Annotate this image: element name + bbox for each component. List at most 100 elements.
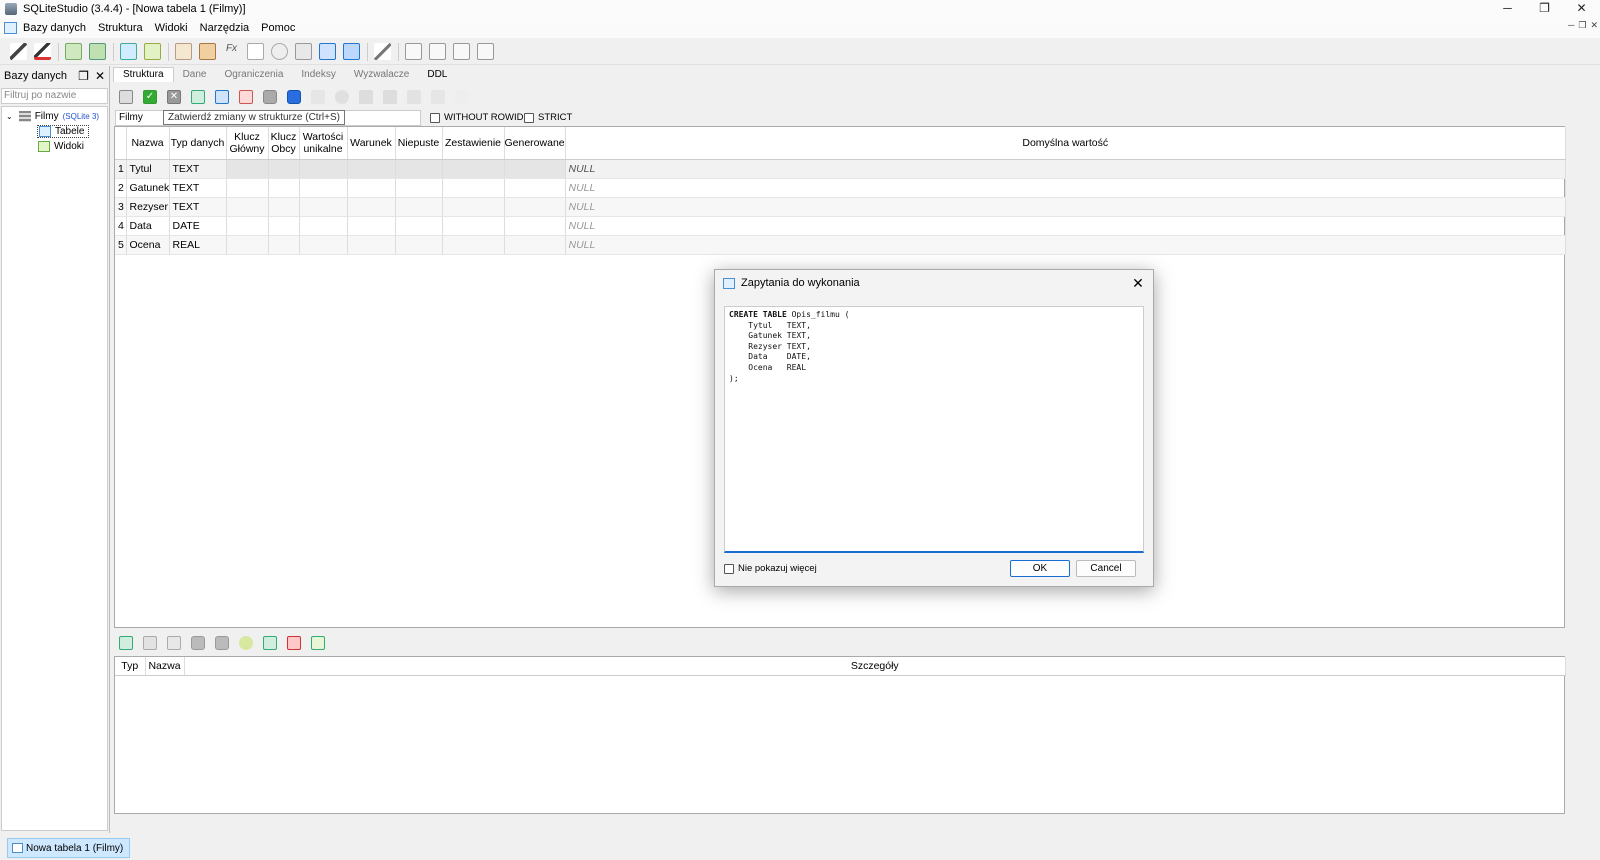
menu-widoki[interactable]: Widoki	[155, 22, 188, 34]
check-cell[interactable]	[347, 216, 396, 236]
import-icon[interactable]	[319, 43, 336, 60]
delete-table-constraint-icon[interactable]	[407, 90, 421, 104]
dont-show-again-checkbox[interactable]: Nie pokazuj więcej	[724, 563, 817, 574]
edit-constraint-icon[interactable]	[143, 636, 157, 650]
tab-struktura[interactable]: Struktura	[113, 67, 174, 82]
table-row[interactable]: 3 Rezyser TEXT NULL	[115, 197, 1566, 217]
column-type-cell[interactable]: TEXT	[169, 178, 227, 198]
header-zestawienie[interactable]: Zestawienie	[442, 127, 505, 160]
tree-item-tabele[interactable]: Tabele	[37, 125, 90, 138]
add-unique-icon[interactable]	[287, 636, 301, 650]
collate-cell[interactable]	[442, 159, 505, 179]
disconnect-db-icon[interactable]	[34, 43, 51, 60]
unique-cell[interactable]	[299, 197, 348, 217]
close-panel-icon[interactable]: ✕	[95, 69, 105, 83]
add-foreign-key-icon[interactable]	[263, 636, 277, 650]
reset-autoincrement-icon[interactable]	[335, 90, 349, 104]
create-similar-table-icon[interactable]	[311, 90, 325, 104]
add-table-constraint-icon[interactable]	[359, 90, 373, 104]
checkbox-box[interactable]	[524, 112, 534, 123]
generated-cell[interactable]	[504, 197, 566, 217]
column-name-cell[interactable]: Data	[126, 216, 170, 236]
collate-cell[interactable]	[442, 197, 505, 217]
open-file-icon[interactable]	[199, 43, 216, 60]
not-null-cell[interactable]	[395, 235, 443, 255]
tree-expand-icon[interactable]: ⌄	[6, 112, 13, 121]
header-domyslna-wartosc[interactable]: Domyślna wartość	[565, 127, 1566, 160]
table-row[interactable]: 1 Tytul TEXT NULL	[115, 159, 1566, 179]
menu-pomoc[interactable]: Pomoc	[261, 22, 295, 34]
table-row[interactable]: 4 Data DATE NULL	[115, 216, 1566, 236]
snippets-icon[interactable]	[295, 43, 312, 60]
edit-database-icon[interactable]	[89, 43, 106, 60]
sql-editor-icon[interactable]	[175, 43, 192, 60]
not-null-cell[interactable]	[395, 216, 443, 236]
generated-cell[interactable]	[504, 178, 566, 198]
tab-wyzwalacze[interactable]: Wyzwalacze	[345, 68, 418, 82]
cancel-button[interactable]: Cancel	[1076, 560, 1136, 577]
add-primary-key-icon[interactable]	[239, 636, 253, 650]
default-value-cell[interactable]: NULL	[565, 197, 1566, 217]
unique-cell[interactable]	[299, 235, 348, 255]
column-type-cell[interactable]: REAL	[169, 235, 227, 255]
tab-indeksy[interactable]: Indeksy	[292, 68, 344, 82]
delete-constraint-icon[interactable]	[167, 636, 181, 650]
export-icon[interactable]	[343, 43, 360, 60]
ok-button[interactable]: OK	[1010, 560, 1070, 577]
new-table-icon[interactable]	[120, 43, 137, 60]
checkbox-box[interactable]	[724, 563, 734, 574]
not-null-cell[interactable]	[395, 197, 443, 217]
tree-item-filmy[interactable]: ⌄ Filmy (SQLite 3)	[6, 111, 99, 122]
header-typ[interactable]: Typ	[115, 657, 146, 676]
refresh-structure-icon[interactable]	[119, 90, 133, 104]
task-tab-nowa-tabela[interactable]: Nowa tabela 1 (Filmy)	[7, 838, 131, 858]
header-nazwa[interactable]: Nazwa	[145, 657, 185, 676]
unique-cell[interactable]	[299, 159, 348, 179]
not-null-cell[interactable]	[395, 178, 443, 198]
commit-structure-icon[interactable]: ✓	[143, 90, 157, 104]
collate-cell[interactable]	[442, 178, 505, 198]
header-typ-danych[interactable]: Typ danych	[169, 127, 227, 160]
mdi-close-icon[interactable]: ✕	[1590, 20, 1598, 31]
delete-column-icon[interactable]	[239, 90, 253, 104]
generated-cell[interactable]	[504, 235, 566, 255]
menu-narzedzia[interactable]: Narzędzia	[200, 22, 250, 34]
pk-cell[interactable]	[226, 235, 269, 255]
column-type-cell[interactable]: DATE	[169, 216, 227, 236]
column-name-cell[interactable]: Ocena	[126, 235, 170, 255]
tile-windows-icon[interactable]	[405, 43, 422, 60]
table-row[interactable]: 2 Gatunek TEXT NULL	[115, 178, 1566, 198]
check-cell[interactable]	[347, 178, 396, 198]
menu-struktura[interactable]: Struktura	[98, 22, 143, 34]
header-niepuste[interactable]: Niepuste	[395, 127, 443, 160]
default-value-cell[interactable]: NULL	[565, 216, 1566, 236]
tile-horizontal-icon[interactable]	[429, 43, 446, 60]
add-column-icon[interactable]	[191, 90, 205, 104]
strict-checkbox[interactable]: STRICT	[524, 112, 572, 123]
tile-vertical-icon[interactable]	[453, 43, 470, 60]
move-column-down-icon[interactable]	[287, 90, 301, 104]
edit-table-constraint-icon[interactable]	[383, 90, 397, 104]
edit-table-icon[interactable]	[144, 43, 161, 60]
pk-cell[interactable]	[226, 178, 269, 198]
header-wartosci-unikalne[interactable]: Wartości unikalne	[299, 127, 348, 160]
fk-cell[interactable]	[268, 178, 300, 198]
maximize-button[interactable]: ❐	[1526, 0, 1563, 18]
mdi-window-icon[interactable]	[4, 22, 17, 34]
unique-cell[interactable]	[299, 178, 348, 198]
dialog-close-button[interactable]: ✕	[1123, 275, 1153, 292]
pk-cell[interactable]	[226, 216, 269, 236]
add-constraint-icon[interactable]	[119, 636, 133, 650]
column-name-cell[interactable]: Tytul	[126, 159, 170, 179]
checkbox-box[interactable]	[430, 112, 440, 123]
generated-cell[interactable]	[504, 216, 566, 236]
check-cell[interactable]	[347, 197, 396, 217]
fk-cell[interactable]	[268, 159, 300, 179]
header-klucz-glowny[interactable]: Klucz Główny	[226, 127, 269, 160]
add-database-icon[interactable]	[65, 43, 82, 60]
float-panel-icon[interactable]: ❐	[78, 69, 89, 83]
column-name-cell[interactable]: Rezyser	[126, 197, 170, 217]
column-type-cell[interactable]: TEXT	[169, 197, 227, 217]
header-klucz-obcy[interactable]: Klucz Obcy	[268, 127, 300, 160]
default-value-cell[interactable]: NULL	[565, 235, 1566, 255]
